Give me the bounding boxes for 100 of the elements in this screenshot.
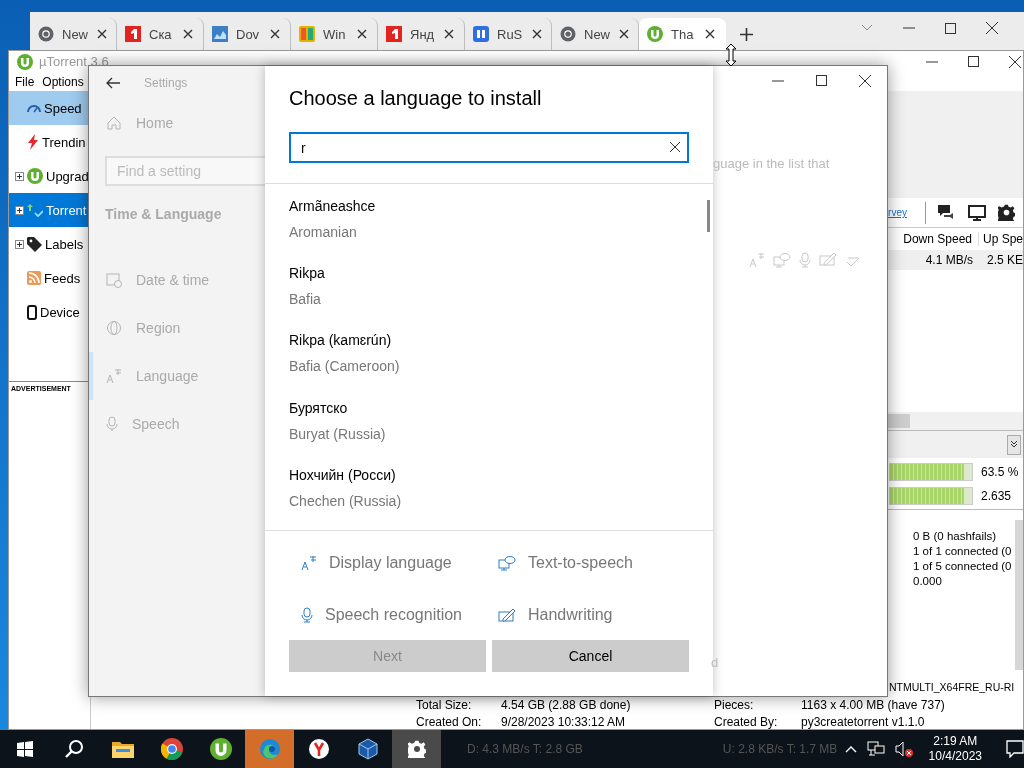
sidebar-item[interactable]: Speed xyxy=(9,91,90,125)
search-icon xyxy=(63,739,84,759)
chrome-icon xyxy=(560,26,576,42)
lightning-icon xyxy=(27,134,39,150)
dropdown-button[interactable] xyxy=(1007,434,1021,455)
close-icon[interactable] xyxy=(530,27,543,41)
chrome-icon xyxy=(160,738,183,760)
language-name[interactable]: Rikpa xyxy=(289,265,713,282)
language-name[interactable]: Armãneashce xyxy=(289,198,713,214)
sidebar-item[interactable]: Upgrad xyxy=(9,159,90,193)
network-icon[interactable] xyxy=(866,741,885,757)
language-description: Buryat (Russia) xyxy=(289,425,387,442)
notification-icon[interactable] xyxy=(1006,740,1024,758)
expand-icon[interactable] xyxy=(15,205,24,215)
sidebar-item[interactable]: Feeds xyxy=(9,261,90,295)
chart-icon xyxy=(212,26,228,42)
microphone-icon xyxy=(106,416,118,432)
utorrent-icon xyxy=(209,738,232,760)
sidebar-item[interactable]: Labels xyxy=(9,227,90,261)
file-name: NTMULTI_X64FRE_RU-RI xyxy=(888,680,1016,695)
menu-item[interactable]: File xyxy=(15,74,35,89)
utorrent-icon xyxy=(647,26,663,42)
chrome-icon xyxy=(38,26,54,42)
progress-value: 2.635 xyxy=(981,488,1012,503)
logo-icon xyxy=(386,26,402,42)
browser-tab[interactable]: Tha xyxy=(639,18,726,50)
double-chevron-icon xyxy=(1010,440,1018,448)
tab-title: Ска xyxy=(149,26,173,42)
maximize-icon[interactable] xyxy=(945,22,956,34)
tab-title: RuS xyxy=(497,26,523,42)
close-icon[interactable] xyxy=(268,27,282,41)
monitor-icon[interactable] xyxy=(968,204,986,221)
chat-icon[interactable] xyxy=(938,204,956,221)
expand-icon[interactable] xyxy=(15,239,24,249)
chevron-up-icon[interactable] xyxy=(844,745,857,753)
settings-taskbar-button[interactable] xyxy=(392,730,441,768)
feature-label: Handwriting xyxy=(528,606,613,624)
book-icon xyxy=(473,26,489,42)
globe-icon xyxy=(106,320,122,336)
info-value: py3createtorrent v1.1.0 xyxy=(801,715,926,729)
language-name[interactable]: Нохчийн (Росси) xyxy=(289,466,713,483)
description-text: guage in the list that xyxy=(713,156,831,173)
close-icon[interactable] xyxy=(618,27,630,41)
expand-icon[interactable] xyxy=(15,171,24,181)
info-value: 1 of 5 connected (0 xyxy=(913,560,1012,572)
sidebar-item[interactable]: Torrent xyxy=(9,193,90,227)
close-icon[interactable] xyxy=(96,27,108,41)
column-header[interactable]: Up Spe xyxy=(979,232,1023,246)
status-text: U: 2.8 KB/s T: 1.7 MB xyxy=(722,742,838,756)
feature-label: Speech recognition xyxy=(325,606,462,624)
back-arrow-icon[interactable] xyxy=(106,77,120,89)
close-icon[interactable] xyxy=(1009,55,1021,68)
close-icon[interactable] xyxy=(703,27,717,41)
chevron-down-icon[interactable] xyxy=(861,24,873,32)
volume-muted-icon[interactable] xyxy=(894,741,913,757)
close-icon[interactable] xyxy=(442,27,456,41)
monitor-speech-icon xyxy=(773,252,791,268)
language-name[interactable]: Rikpa (kamɛrún) xyxy=(289,332,713,349)
language-name[interactable]: Бурятско xyxy=(289,399,713,416)
scrollbar-thumb[interactable] xyxy=(707,200,710,232)
new-tab-icon[interactable] xyxy=(740,27,753,41)
pen-icon xyxy=(819,252,837,268)
scrollbar[interactable] xyxy=(1015,520,1023,670)
info-value: 1163 x 4.00 MB (have 737) xyxy=(801,698,946,712)
sidebar-item[interactable]: Trendin xyxy=(9,125,90,159)
maximize-icon[interactable] xyxy=(968,56,979,68)
close-icon[interactable] xyxy=(355,27,369,41)
menu-item[interactable]: Options xyxy=(42,74,84,89)
table-cell-text: 4.1 MB/s xyxy=(924,253,974,267)
table-cell-text: 2.5 KE xyxy=(985,253,1023,267)
search-field[interactable]: r xyxy=(289,132,689,163)
info-label: Created On: xyxy=(416,715,483,729)
scrollbar-thumb[interactable] xyxy=(888,414,910,428)
clear-icon[interactable] xyxy=(670,142,680,152)
tab-title: New xyxy=(62,26,88,42)
language-description: Bafia (Cameroon) xyxy=(289,358,401,375)
yandex-icon xyxy=(307,738,330,760)
info-value: 9/28/2023 10:33:12 AM xyxy=(501,715,627,729)
settings-icon[interactable] xyxy=(998,204,1015,221)
close-icon[interactable] xyxy=(181,27,195,41)
close-icon[interactable] xyxy=(986,22,998,34)
status-text: D: 4.3 MB/s T: 2.8 GB xyxy=(467,742,583,756)
sidebar-item[interactable]: Device xyxy=(9,295,90,329)
survey-link[interactable]: rvey xyxy=(888,207,907,218)
progress-value: 63.5 % xyxy=(981,464,1019,479)
info-value: 1 of 1 connected (0 xyxy=(913,545,1012,557)
cancel-button[interactable]: Cancel xyxy=(492,640,689,672)
tab-title: New xyxy=(584,26,610,42)
windows-icon xyxy=(16,741,33,757)
edge-icon xyxy=(258,738,281,760)
clock[interactable]: 2:19 AM 10/4/2023 xyxy=(928,734,982,764)
utorrent-icon xyxy=(27,168,43,184)
phone-icon xyxy=(27,304,37,320)
pen-icon xyxy=(498,608,516,622)
rss-icon xyxy=(27,271,41,285)
tiles-icon xyxy=(299,26,315,42)
tab-title: Dov xyxy=(236,26,260,42)
language-icon xyxy=(749,252,765,268)
home-icon xyxy=(106,115,122,131)
tab-title: Win xyxy=(323,26,347,42)
